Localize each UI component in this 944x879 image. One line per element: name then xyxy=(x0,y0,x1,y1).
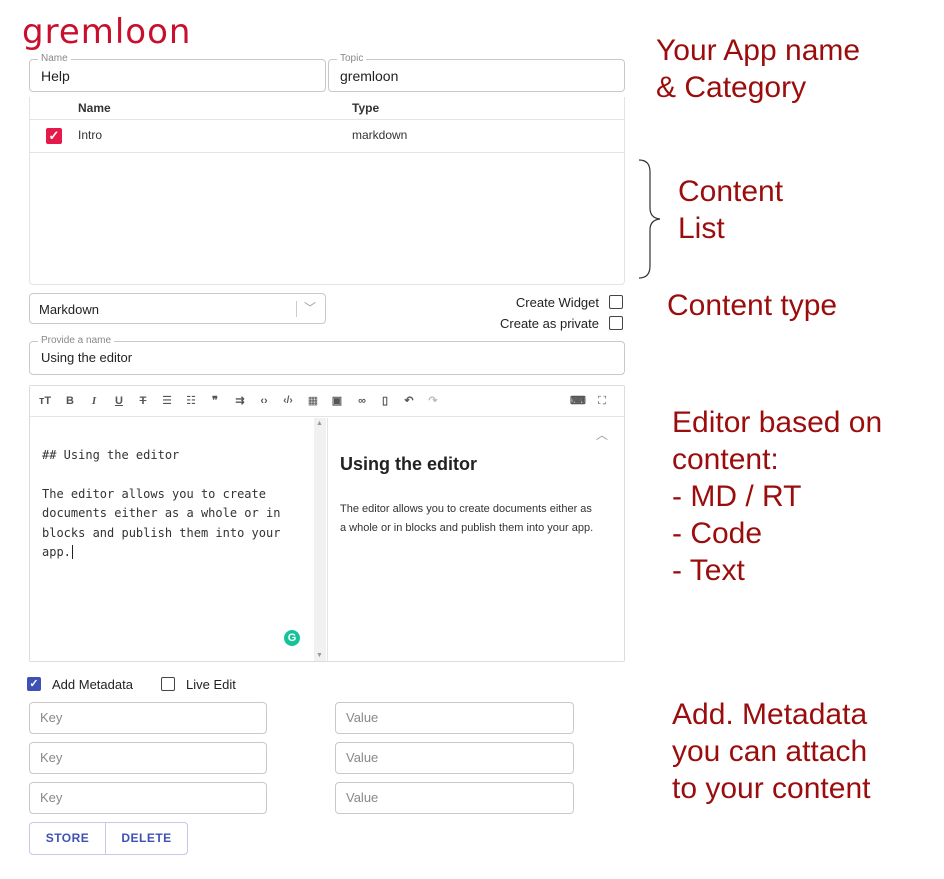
heading-icon[interactable]: ᴛT xyxy=(38,393,52,409)
topic-field[interactable]: Topic gremloon xyxy=(328,53,625,92)
bold-icon[interactable]: B xyxy=(63,393,77,409)
strikethrough-icon[interactable]: T xyxy=(136,393,150,409)
action-button-group: STORE DELETE xyxy=(29,822,188,855)
md-line: blocks and publish them into your xyxy=(42,526,281,540)
preview-text: a whole or in blocks and publish them in… xyxy=(340,522,594,534)
annotation-content-list: Content List xyxy=(678,175,784,245)
markdown-pane[interactable]: ## Using the editor The editor allows yo… xyxy=(30,418,314,661)
metadata-value-input[interactable]: Value xyxy=(335,782,574,814)
markdown-scrollbar[interactable]: ▲ ▼ xyxy=(314,418,326,661)
curly-brace-icon xyxy=(638,159,661,279)
numbered-list-icon[interactable]: ☷ xyxy=(184,393,198,409)
preview-text: The editor allows you to create document… xyxy=(340,503,592,515)
row-name: Intro xyxy=(78,128,103,142)
image-icon[interactable]: ▣ xyxy=(330,393,344,409)
fullscreen-icon[interactable]: ⛶ xyxy=(595,393,609,409)
table-row[interactable]: ✓ Intro markdown xyxy=(30,120,624,152)
content-type-value: Markdown xyxy=(39,302,99,317)
column-header-type: Type xyxy=(352,101,380,115)
live-edit-label: Live Edit xyxy=(186,677,236,692)
create-private-label: Create as private xyxy=(500,316,599,331)
annotation-app-name: Your App name & Category xyxy=(656,34,861,104)
table-icon[interactable]: ▦ xyxy=(306,393,320,409)
md-line: documents either as a whole or in xyxy=(42,506,281,520)
metadata-key-input[interactable]: Key xyxy=(29,702,267,734)
preview-heading: Using the editor xyxy=(340,454,478,474)
column-header-name: Name xyxy=(78,101,111,115)
md-line: The editor allows you to create xyxy=(42,487,266,501)
topic-field-value: gremloon xyxy=(340,68,399,84)
content-type-select[interactable]: Markdown ﹀ xyxy=(29,293,326,324)
md-line: ## Using the editor xyxy=(42,448,180,462)
preview-pane: ︿ Using the editor The editor allows you… xyxy=(327,418,624,661)
delete-button[interactable]: DELETE xyxy=(106,823,187,854)
create-private-checkbox[interactable] xyxy=(609,316,623,330)
name-field-value: Help xyxy=(41,68,70,84)
annotation-content-type: Content type xyxy=(667,289,838,322)
block-name-label: Provide a name xyxy=(38,335,115,347)
metadata-key-input[interactable]: Key xyxy=(29,742,267,774)
block-name-field[interactable]: Provide a name Using the editor xyxy=(29,335,625,375)
add-metadata-checkbox[interactable]: ✓ xyxy=(27,677,41,691)
metadata-key-input[interactable]: Key xyxy=(29,782,267,814)
app-logo: gremloon xyxy=(22,12,192,52)
annotation-editor: Editor based on content: - MD / RT - Cod… xyxy=(672,406,883,587)
row-type: markdown xyxy=(352,128,408,142)
undo-icon[interactable]: ↶ xyxy=(402,393,416,409)
markdown-editor[interactable]: ᴛT B I U T ☰ ☷ ❞ ⇉ ‹› ‹/› ▦ ▣ ∞ ▯ ↶ ↷ ⌨ … xyxy=(29,385,625,662)
code-icon[interactable]: ‹› xyxy=(257,393,271,409)
add-metadata-label: Add Metadata xyxy=(52,677,133,692)
live-edit-checkbox[interactable] xyxy=(161,677,175,691)
underline-icon[interactable]: U xyxy=(112,393,126,409)
md-line: app. xyxy=(42,545,73,559)
link-icon[interactable]: ∞ xyxy=(355,393,369,409)
quote-icon[interactable]: ❞ xyxy=(208,393,222,409)
name-field-label: Name xyxy=(38,53,71,65)
create-widget-label: Create Widget xyxy=(515,295,599,310)
metadata-value-input[interactable]: Value xyxy=(335,702,574,734)
store-button[interactable]: STORE xyxy=(30,823,106,854)
row-checkbox[interactable]: ✓ xyxy=(46,128,62,144)
italic-icon[interactable]: I xyxy=(87,393,101,409)
indent-icon[interactable]: ⇉ xyxy=(233,393,247,409)
grammarly-icon[interactable]: G xyxy=(284,630,300,646)
topic-field-label: Topic xyxy=(337,53,367,65)
annotation-metadata: Add. Metadata you can attach to your con… xyxy=(672,698,871,805)
chevron-down-icon[interactable]: ﹀ xyxy=(304,299,316,316)
create-widget-checkbox[interactable] xyxy=(609,295,623,309)
editor-toolbar: ᴛT B I U T ☰ ☷ ❞ ⇉ ‹› ‹/› ▦ ▣ ∞ ▯ ↶ ↷ ⌨ … xyxy=(30,386,624,417)
delete-icon[interactable]: ▯ xyxy=(378,393,392,409)
content-list-table: Name Type ✓ Intro markdown xyxy=(29,97,625,285)
chevron-up-icon[interactable]: ︿ xyxy=(596,426,608,443)
block-name-value: Using the editor xyxy=(41,350,133,365)
bullet-list-icon[interactable]: ☰ xyxy=(160,393,174,409)
redo-icon[interactable]: ↷ xyxy=(426,393,440,409)
code-block-icon[interactable]: ‹/› xyxy=(281,393,295,409)
metadata-value-input[interactable]: Value xyxy=(335,742,574,774)
name-field[interactable]: Name Help xyxy=(29,53,326,92)
keyboard-icon[interactable]: ⌨ xyxy=(570,393,586,409)
